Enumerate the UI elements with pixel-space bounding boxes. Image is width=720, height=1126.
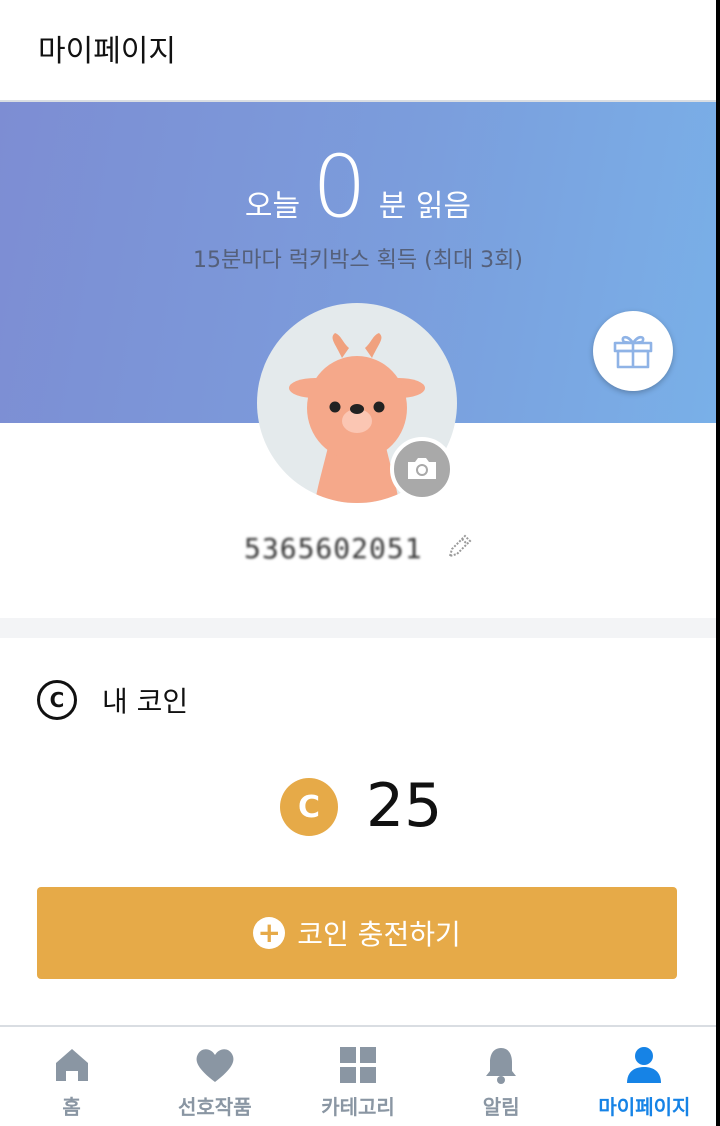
charge-coin-button[interactable]: + 코인 충전하기 [37, 887, 677, 979]
gift-button[interactable] [593, 311, 673, 391]
tab-notifications[interactable]: 알림 [430, 1027, 573, 1126]
coin-icon: C [280, 778, 338, 836]
bottom-tab-bar: 홈 선호작품 카테고리 알림 마이페이지 [0, 1025, 716, 1126]
tab-label: 마이페이지 [598, 1095, 691, 1119]
heart-icon [196, 1049, 234, 1082]
screen-edge [716, 0, 720, 1126]
edit-nickname-button[interactable] [444, 530, 476, 566]
grid-icon [340, 1047, 376, 1083]
nickname: 5365602051 [244, 532, 423, 565]
tab-mypage[interactable]: 마이페이지 [573, 1027, 716, 1126]
today-suffix: 분 읽음 [378, 189, 472, 224]
tab-label: 홈 [62, 1095, 81, 1119]
camera-icon [408, 458, 436, 479]
today-minutes: 0 [312, 137, 367, 237]
tab-label: 선호작품 [178, 1095, 252, 1119]
today-prefix: 오늘 [244, 189, 301, 224]
pencil-icon [448, 534, 472, 558]
top-header: 마이페이지 [0, 0, 716, 102]
tab-label: 알림 [482, 1095, 520, 1119]
tab-favorites[interactable]: 선호작품 [143, 1027, 286, 1126]
person-icon [627, 1047, 662, 1083]
section-divider [0, 618, 716, 638]
change-photo-button[interactable] [390, 437, 454, 501]
bell-icon [486, 1048, 517, 1084]
charge-coin-label: 코인 충전하기 [297, 918, 461, 951]
lucky-box-note: 15분마다 럭키박스 획득 (최대 3회) [192, 248, 523, 273]
plus-circle-icon: + [253, 917, 286, 949]
coin-symbol: C [297, 789, 321, 825]
page-title: 마이페이지 [38, 34, 176, 69]
home-icon [55, 1049, 88, 1081]
tab-category[interactable]: 카테고리 [286, 1027, 429, 1126]
my-coin-label: 내 코인 [102, 685, 189, 718]
coin-outline-icon: C [37, 680, 77, 720]
tab-home[interactable]: 홈 [0, 1027, 143, 1126]
gift-icon [613, 335, 653, 369]
tab-label: 카테고리 [321, 1095, 395, 1119]
today-reading: 오늘 0 분 읽음 [0, 144, 716, 230]
coin-symbol: C [49, 688, 65, 712]
coin-balance: 25 [366, 771, 443, 841]
